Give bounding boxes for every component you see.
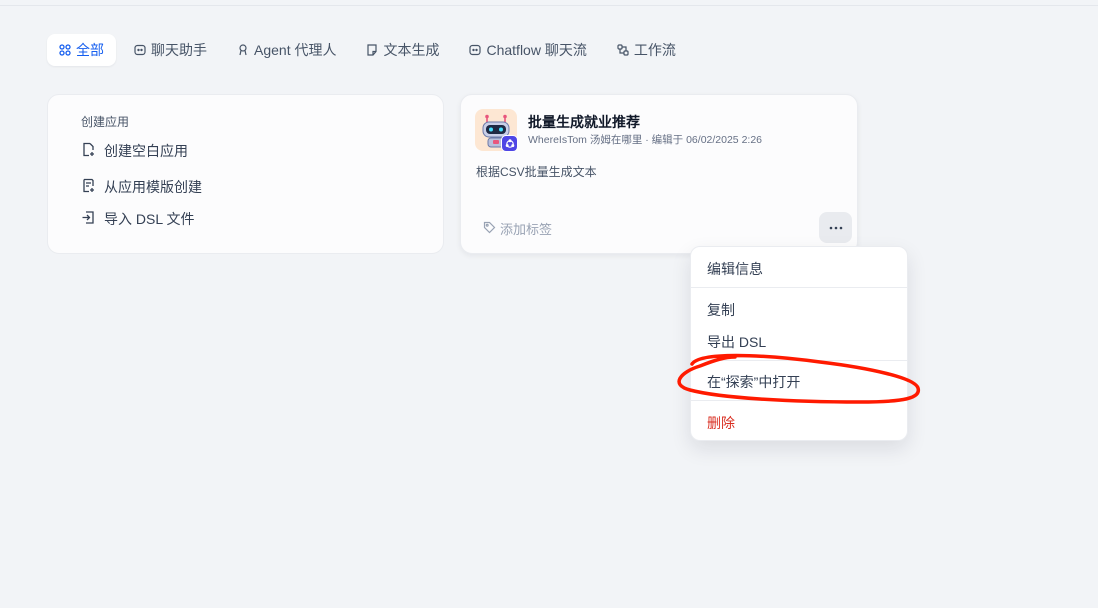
create-app-card: 创建应用 创建空白应用 从应用模版创建 导入 DSL 文件 bbox=[47, 94, 444, 254]
create-blank-app-button[interactable]: 创建空白应用 bbox=[81, 141, 188, 161]
chatflow-icon bbox=[469, 44, 482, 56]
menu-item-export-dsl[interactable]: 导出 DSL bbox=[707, 332, 766, 352]
add-tag-button[interactable]: 添加标签 bbox=[483, 219, 552, 238]
more-icon bbox=[829, 226, 842, 229]
app-description: 根据CSV批量生成文本 bbox=[476, 165, 597, 179]
menu-divider bbox=[691, 360, 907, 361]
import-icon bbox=[81, 210, 96, 228]
top-divider bbox=[0, 5, 1098, 6]
more-options-button[interactable] bbox=[819, 212, 852, 243]
agent-icon bbox=[237, 44, 249, 56]
app-name: 批量生成就业推荐 bbox=[528, 114, 640, 130]
menu-divider bbox=[691, 287, 907, 288]
tab-label: 文本生成 bbox=[383, 42, 440, 58]
chat-icon bbox=[134, 44, 146, 56]
tab-label: 工作流 bbox=[633, 42, 676, 58]
tab-text-generation[interactable]: 文本生成 bbox=[354, 34, 451, 66]
menu-item-open-in-explore[interactable]: 在“探索”中打开 bbox=[707, 372, 800, 392]
tab-label: Agent 代理人 bbox=[254, 42, 337, 58]
tab-label: Chatflow 聊天流 bbox=[486, 42, 587, 58]
menu-item-duplicate[interactable]: 复制 bbox=[707, 300, 735, 320]
tab-agent[interactable]: Agent 代理人 bbox=[225, 34, 348, 66]
menu-item-edit-info[interactable]: 编辑信息 bbox=[707, 259, 763, 279]
tab-chatflow[interactable]: Chatflow 聊天流 bbox=[457, 34, 598, 66]
create-item-label: 导入 DSL 文件 bbox=[104, 211, 195, 227]
file-plus-icon bbox=[81, 142, 96, 160]
workflow-icon bbox=[617, 44, 629, 56]
tab-label: 全部 bbox=[76, 42, 104, 58]
tag-icon bbox=[483, 221, 496, 237]
annotation-circle bbox=[677, 353, 921, 404]
document-icon bbox=[366, 44, 378, 56]
create-item-label: 创建空白应用 bbox=[104, 143, 188, 159]
menu-item-delete[interactable]: 删除 bbox=[707, 413, 735, 433]
tab-workflow[interactable]: 工作流 bbox=[605, 34, 688, 66]
menu-divider bbox=[691, 400, 907, 401]
template-icon bbox=[81, 178, 96, 196]
app-options-menu: 编辑信息 复制 导出 DSL 在“探索”中打开 删除 bbox=[690, 246, 908, 441]
app-type-badge bbox=[501, 135, 518, 152]
import-dsl-button[interactable]: 导入 DSL 文件 bbox=[81, 209, 195, 229]
grid-icon bbox=[59, 44, 71, 56]
tab-all[interactable]: 全部 bbox=[47, 34, 116, 66]
add-tag-label: 添加标签 bbox=[500, 222, 553, 237]
create-item-label: 从应用模版创建 bbox=[104, 179, 202, 195]
create-app-title: 创建应用 bbox=[81, 115, 130, 129]
tab-chat-assistant[interactable]: 聊天助手 bbox=[122, 34, 219, 66]
app-card[interactable]: 批量生成就业推荐 WhereIsTom 汤姆在哪里 · 编辑于 06/02/20… bbox=[460, 94, 858, 254]
create-from-template-button[interactable]: 从应用模版创建 bbox=[81, 177, 202, 197]
app-meta: WhereIsTom 汤姆在哪里 · 编辑于 06/02/2025 2:26 bbox=[528, 134, 762, 146]
tab-label: 聊天助手 bbox=[151, 42, 207, 58]
app-type-tabs: 全部 聊天助手 Agent 代理人 文本生成 Chatflow 聊天流 工作流 bbox=[47, 34, 694, 66]
